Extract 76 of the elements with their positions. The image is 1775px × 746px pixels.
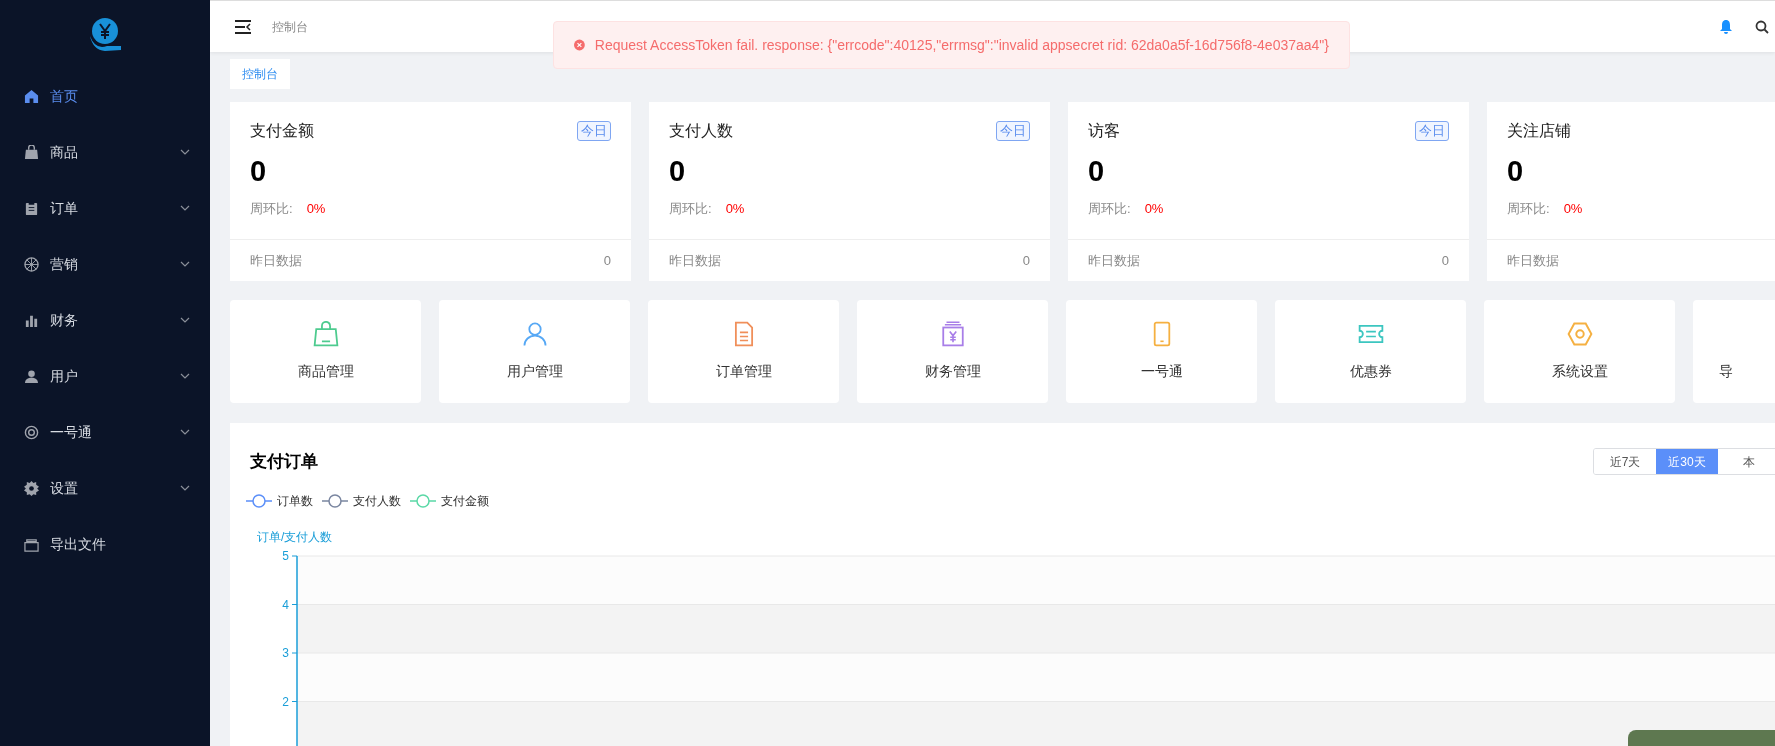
quick-link-label: 商品管理 [297,362,354,381]
yesterday-value: 0 [603,251,611,270]
yesterday-label: 昨日数据 [1507,251,1559,270]
error-icon [574,38,585,52]
yesterday-label: 昨日数据 [669,251,721,270]
quick-link-label: 一号通 [1140,362,1183,381]
compare-value: 0% [725,200,745,218]
legend-label[interactable]: 订单数 [277,492,313,510]
stat-value: 0 [1507,154,1525,189]
breadcrumb[interactable]: 控制台 [272,17,308,36]
home-icon [24,88,39,104]
compare-label: 周环比: [669,200,712,218]
stat-title: 支付人数 [669,121,733,141]
quick-link-card[interactable]: 一号通 [1066,300,1257,403]
sidebar-item[interactable]: 用户 [0,348,210,404]
quick-link-card[interactable]: 订单管理 [648,300,839,403]
clipboard-icon [24,200,39,216]
axis-title: 订单/支付人数 [257,529,334,546]
quick-link-label: 导 [1719,362,1733,381]
sidebar-item[interactable]: 首页 [0,68,210,124]
quick-link-card[interactable]: 系统设置 [1484,300,1675,403]
stat-title: 访客 [1088,121,1120,141]
quick-link-card[interactable]: 导 [1693,300,1775,403]
search-icon[interactable] [1755,19,1769,34]
compare-value: 0% [1563,200,1583,218]
settings-icon [24,480,39,496]
quick-link-label: 系统设置 [1551,362,1608,381]
yesterday-label: 昨日数据 [1088,251,1140,270]
quick-link-label: 财务管理 [924,362,981,381]
period-badge: 今日 [996,121,1030,141]
shopping-bag-icon [24,144,39,160]
quick-link-card[interactable]: 商品管理 [230,300,421,403]
sidebar-item[interactable]: 导出文件 [0,516,210,572]
tick-label: 3 [282,646,289,660]
compare-value: 0% [1144,200,1164,218]
stat-title: 关注店铺 [1507,121,1571,141]
stat-title: 支付金额 [250,121,314,141]
page-tag[interactable]: 控制台 [230,59,290,89]
yesterday-value: 0 [1441,251,1449,270]
sidebar-item[interactable]: 商品 [0,124,210,180]
quick-link-card[interactable]: 用户管理 [439,300,630,403]
compare-label: 周环比: [1088,200,1131,218]
sidebar-item[interactable]: 设置 [0,460,210,516]
compare-label: 周环比: [250,200,293,218]
panel-title: 支付订单 [250,450,318,473]
tick-label: 2 [282,694,289,709]
stat-value: 0 [669,154,687,189]
sidebar-item[interactable]: 财务 [0,292,210,348]
quick-link-label: 订单管理 [715,362,772,381]
tray-icon [24,536,39,552]
sidebar-item[interactable]: 一号通 [0,404,210,460]
period-badge: 今日 [577,121,611,141]
legend-label[interactable]: 支付人数 [353,492,401,510]
ring-icon [24,424,39,440]
quick-link-label: 用户管理 [506,362,563,381]
tick-label: 4 [282,597,289,612]
compare-value: 0% [306,200,326,218]
stat-value: 0 [250,154,268,189]
sidebar-item[interactable]: 订单 [0,180,210,236]
error-message: Request AccessToken fail. response: {"errcode":40125,"errmsg":"invalid appsecret rid: 62da0a5f-16d756f8-4e037aa4"} [594,35,1329,55]
yesterday-label: 昨日数据 [250,251,302,270]
yesterday-value: 0 [1022,251,1030,270]
quick-link-card[interactable]: 财务管理 [857,300,1048,403]
sidebar-item[interactable]: 营销 [0,236,210,292]
stat-value: 0 [1088,154,1106,189]
wheel-icon [24,256,39,272]
period-badge: 今日 [1415,121,1449,141]
quick-link-label: 优惠券 [1349,362,1392,381]
logo-icon [87,16,123,52]
quick-link-card[interactable]: 优惠券 [1275,300,1466,403]
compare-label: 周环比: [1507,200,1550,218]
bell-icon[interactable] [1719,19,1733,34]
tick-label: 5 [282,549,289,563]
menu-icon[interactable] [235,19,251,34]
legend-label[interactable]: 支付金额 [441,492,489,510]
user-icon [24,368,39,384]
